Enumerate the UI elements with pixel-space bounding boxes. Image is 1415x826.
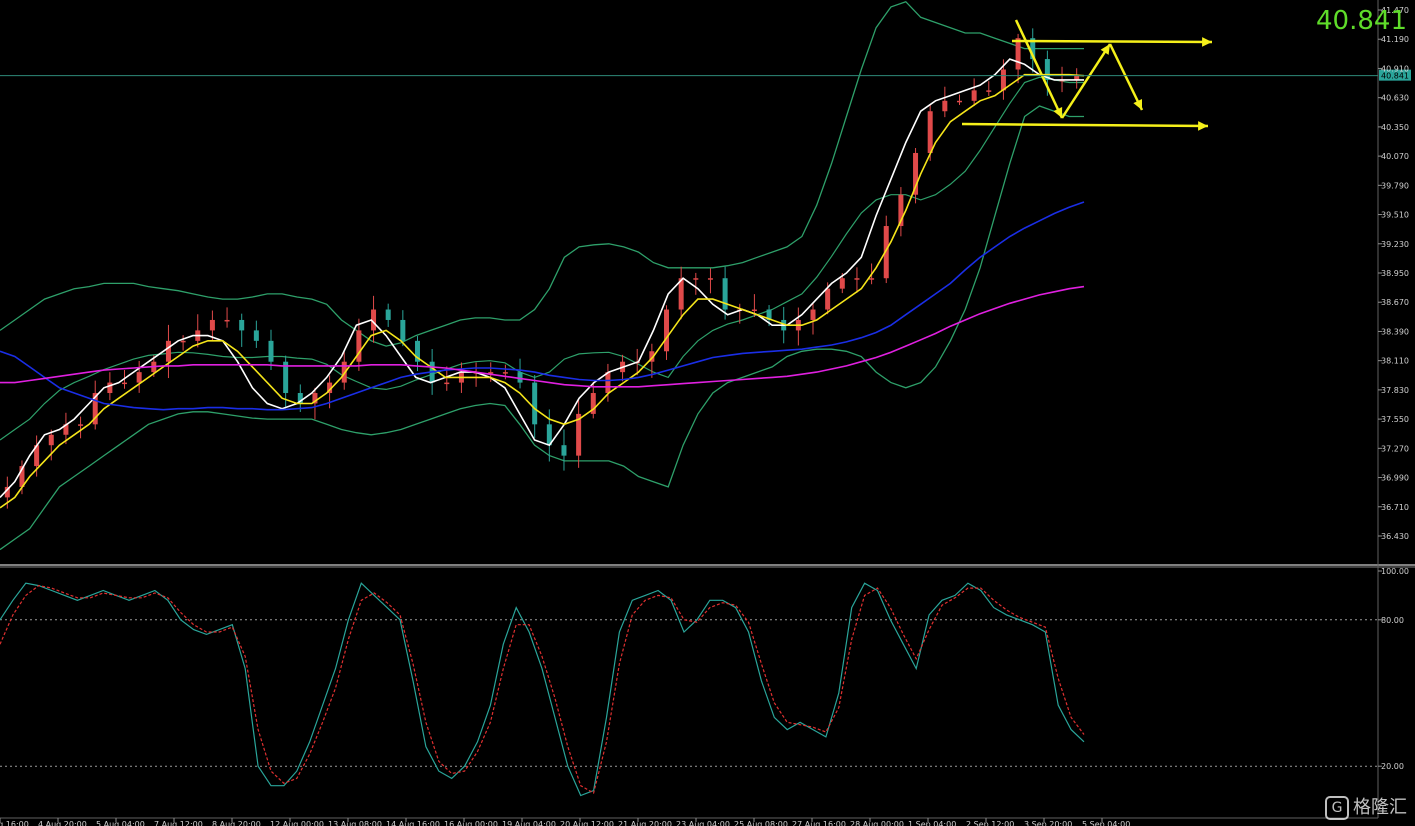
candle-body: [400, 319, 406, 341]
price-tick-label: 36.990: [1381, 474, 1409, 483]
candle-body: [253, 330, 259, 341]
candle-body: [165, 340, 171, 362]
candle-body: [532, 382, 538, 425]
candle-body: [605, 372, 611, 394]
price-tick-label: 37.830: [1381, 386, 1409, 395]
price-tick-label: 36.430: [1381, 532, 1409, 541]
candle-body: [810, 309, 816, 320]
price-tick-label: 40.350: [1381, 123, 1409, 132]
candle-body: [707, 278, 713, 280]
price-tick-label: 40.910: [1381, 64, 1409, 73]
price-axis: 41.47041.19040.91040.63040.35040.07039.7…: [1378, 6, 1409, 541]
stoch-tick-label: 80.00: [1381, 616, 1404, 625]
candle-body: [48, 434, 54, 446]
price-tick-label: 36.710: [1381, 503, 1409, 512]
candle-body: [209, 319, 215, 331]
candle-body: [869, 278, 875, 280]
candle-body: [927, 111, 933, 153]
price-tick-label: 40.070: [1381, 152, 1409, 161]
time-tick-label: 8 Aug 20:00: [212, 820, 261, 826]
indicator-plot-area[interactable]: [0, 568, 1378, 818]
candle-body: [971, 90, 977, 101]
time-tick-label: 16 Aug 00:00: [444, 820, 498, 826]
candle-body: [942, 100, 948, 112]
time-tick-label: 14 Aug 16:00: [386, 820, 440, 826]
time-tick-label: 12 Aug 00:00: [270, 820, 324, 826]
time-tick-label: 13 Aug 08:00: [328, 820, 382, 826]
time-tick-label: 25 Aug 08:00: [734, 820, 788, 826]
candle-body: [693, 278, 699, 280]
price-tick-label: 37.550: [1381, 415, 1409, 424]
candle-body: [1000, 69, 1006, 91]
price-tick-label: 38.670: [1381, 298, 1409, 307]
price-chart[interactable]: 40.841 41.47041.19040.91040.63040.35040.…: [0, 0, 1415, 826]
watermark-logo: G 格隆汇: [1325, 793, 1407, 820]
candle-body: [268, 340, 274, 362]
current-price-display: 40.841: [1316, 6, 1407, 36]
candle-body: [956, 100, 962, 103]
time-tick-label: 3 Sep 20:00: [1024, 820, 1072, 826]
time-tick-label: 7 Aug 12:00: [154, 820, 203, 826]
candle-body: [986, 90, 992, 92]
time-tick-label: 28 Aug 00:00: [850, 820, 904, 826]
time-tick-label: 23 Aug 04:00: [676, 820, 730, 826]
candle-body: [444, 382, 450, 385]
time-tick-label: 5 Aug 04:00: [96, 820, 145, 826]
stoch-tick-label: 20.00: [1381, 762, 1404, 771]
candle-body: [825, 288, 831, 310]
resistance-arrow: [1011, 39, 1213, 44]
price-tick-label: 38.950: [1381, 269, 1409, 278]
candle-body: [239, 319, 245, 331]
price-tick-label: 39.790: [1381, 181, 1409, 190]
candle-body: [180, 340, 186, 343]
time-tick-label: 19 Aug 04:00: [502, 820, 556, 826]
time-axis: 3 Aug 16:00 4 Aug 20:00 5 Aug 04:00 7 Aug 1…: [0, 818, 1130, 826]
time-tick-label: 5 Sep 04:00: [1082, 820, 1130, 826]
candle-body: [385, 309, 391, 320]
time-tick-label: 3 Aug 16:00: [0, 820, 29, 826]
watermark-logo-icon: G: [1325, 796, 1349, 820]
candle-body: [502, 372, 508, 374]
time-tick-label: 2 Sep 12:00: [966, 820, 1014, 826]
time-tick-label: 27 Aug 16:00: [792, 820, 846, 826]
candle-body: [664, 309, 670, 352]
price-tick-label: 41.190: [1381, 35, 1409, 44]
candle-body: [356, 330, 362, 362]
candle-body: [224, 319, 230, 322]
time-tick-label: 21 Aug 20:00: [618, 820, 672, 826]
price-tick-label: 39.230: [1381, 240, 1409, 249]
time-tick-label: 4 Aug 20:00: [38, 820, 87, 826]
candle-body: [78, 424, 84, 426]
candle-body: [561, 445, 567, 456]
price-tick-label: 40.630: [1381, 94, 1409, 103]
candle-body: [839, 278, 845, 289]
time-tick-label: 20 Aug 12:00: [560, 820, 614, 826]
price-tick-label: 38.390: [1381, 327, 1409, 336]
price-tick-label: 39.510: [1381, 211, 1409, 220]
candle-body: [107, 382, 113, 394]
candle-body: [517, 372, 523, 383]
stoch-tick-label: 100.00: [1381, 567, 1409, 576]
time-tick-label: 1 Sep 04:00: [908, 820, 956, 826]
price-tick-label: 37.270: [1381, 444, 1409, 453]
price-tick-label: 38.110: [1381, 357, 1409, 366]
candle-body: [854, 278, 860, 280]
candle-body: [122, 382, 128, 385]
watermark-text: 格隆汇: [1353, 797, 1407, 818]
candle-body: [1015, 38, 1021, 70]
candle-body: [751, 309, 757, 312]
candle-body: [136, 372, 142, 383]
